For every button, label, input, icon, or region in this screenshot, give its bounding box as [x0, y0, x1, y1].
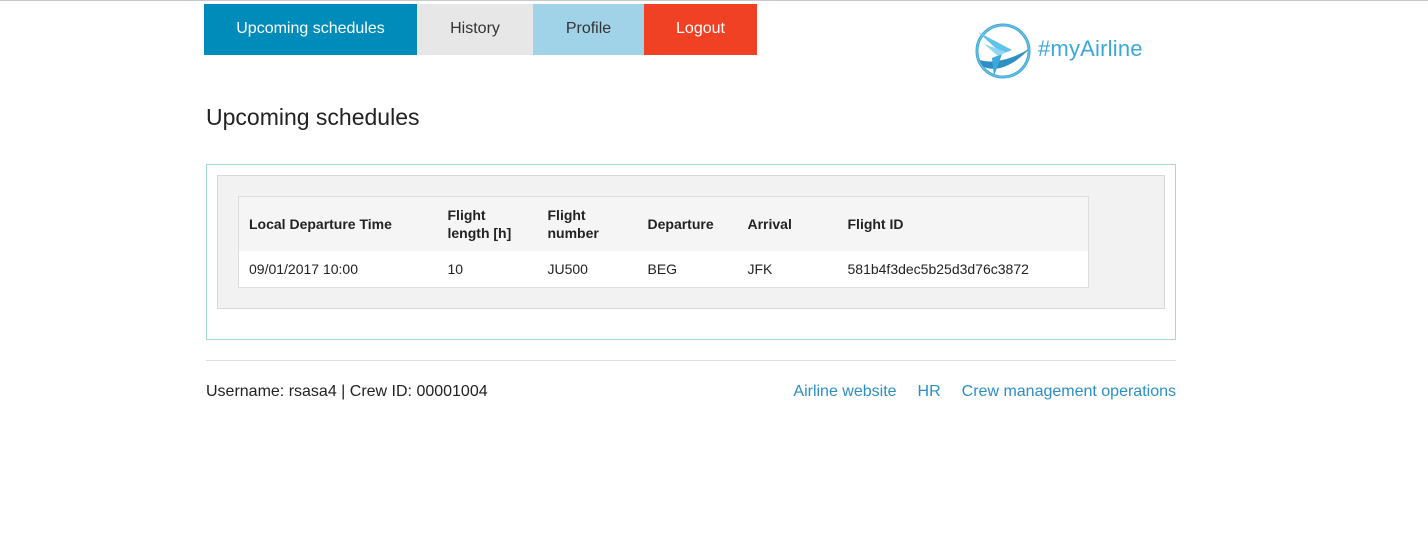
main-nav: Upcoming schedules History Profile Logou… [204, 4, 757, 55]
airline-logo: #myAirline [972, 20, 1162, 82]
header-departure-time: Local Departure Time [238, 196, 438, 251]
airplane-swoosh-icon [972, 20, 1034, 82]
header-flight-id: Flight ID [837, 196, 1089, 251]
schedule-panel-inner: Local Departure Time Flight length [h] F… [217, 175, 1165, 309]
tab-profile[interactable]: Profile [533, 4, 644, 55]
cell-flight-length: 10 [447, 261, 464, 277]
header-flight-number: Flight number [537, 196, 638, 251]
schedule-panel: Local Departure Time Flight length [h] F… [206, 164, 1176, 340]
cell-arrival: JFK [747, 261, 773, 277]
header-flight-length: Flight length [h] [437, 196, 538, 251]
header-departure: Departure [637, 196, 738, 251]
logout-button[interactable]: Logout [644, 4, 757, 55]
cell-departure-time: 09/01/2017 10:00 [249, 261, 358, 277]
cell-departure: BEG [647, 261, 678, 277]
table-row: 09/01/2017 10:00 10 JU500 BEG JFK 581b4f… [239, 251, 1089, 288]
user-info: Username: rsasa4 | Crew ID: 00001004 [206, 383, 488, 400]
footer-links: Airline website HR Crew management opera… [772, 383, 1176, 401]
header-arrival: Arrival [737, 196, 838, 251]
cell-flight-id: 581b4f3dec5b25d3d76c3872 [847, 261, 1029, 277]
logo-text: #myAirline [1038, 36, 1143, 61]
crew-management-operations-link[interactable]: Crew management operations [962, 383, 1176, 401]
table-header-row: Local Departure Time Flight length [h] F… [238, 196, 1089, 251]
page-title: Upcoming schedules [206, 104, 420, 130]
tab-history[interactable]: History [417, 4, 533, 55]
tab-upcoming-schedules[interactable]: Upcoming schedules [204, 4, 417, 55]
cell-flight-number: JU500 [547, 261, 588, 277]
schedule-table: Local Departure Time Flight length [h] F… [238, 196, 1089, 288]
hr-link[interactable]: HR [918, 383, 941, 401]
airline-website-link[interactable]: Airline website [793, 383, 896, 401]
footer-divider [206, 360, 1176, 361]
